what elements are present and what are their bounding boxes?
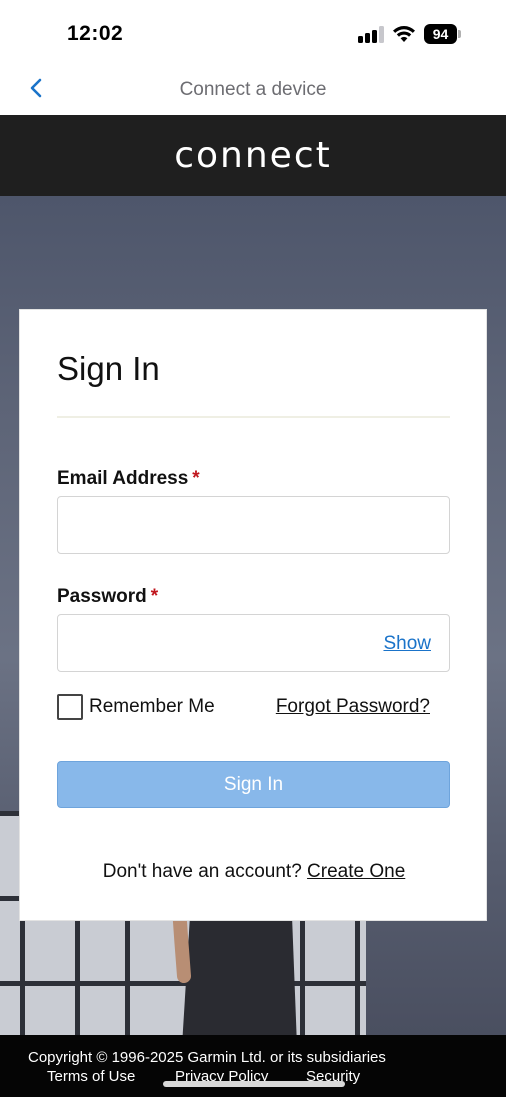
show-password-link[interactable]: Show [383, 633, 431, 655]
title-divider [57, 416, 450, 418]
brand-bar: connect [0, 115, 506, 196]
remember-me-checkbox[interactable] [57, 694, 83, 720]
signup-row: Don't have an account? Create One [20, 861, 488, 883]
signin-button[interactable]: Sign In [57, 761, 450, 808]
status-time: 12:02 [67, 22, 124, 45]
signin-card: Sign In Email Address * Password * Show Re… [19, 309, 487, 921]
forgot-password-link[interactable]: Forgot Password? [276, 696, 430, 718]
wifi-icon [393, 26, 415, 42]
email-field[interactable] [57, 496, 450, 554]
nav-bar: Connect a device [0, 62, 506, 115]
connect-logo: connect [174, 135, 332, 176]
footer: Copyright © 1996-2025 Garmin Ltd. or its… [0, 1035, 506, 1097]
status-bar: 12:02 94 [0, 0, 506, 62]
nav-title: Connect a device [179, 79, 327, 100]
password-label: Password * [57, 586, 159, 607]
required-asterisk: * [150, 586, 159, 607]
password-field[interactable]: Show [57, 614, 450, 672]
battery-level: 94 [424, 24, 457, 44]
copyright-text: Copyright © 1996-2025 Garmin Ltd. or its… [28, 1049, 386, 1066]
cellular-signal-icon [358, 26, 386, 43]
create-account-link[interactable]: Create One [307, 861, 405, 882]
terms-of-use-link[interactable]: Terms of Use [47, 1068, 135, 1085]
email-label: Email Address * [57, 468, 200, 489]
remember-me-label[interactable]: Remember Me [89, 696, 215, 718]
signup-prompt: Don't have an account? [102, 861, 302, 882]
home-indicator [163, 1081, 345, 1087]
battery-icon: 94 [424, 24, 462, 44]
required-asterisk: * [192, 468, 200, 489]
signin-title: Sign In [57, 350, 160, 387]
